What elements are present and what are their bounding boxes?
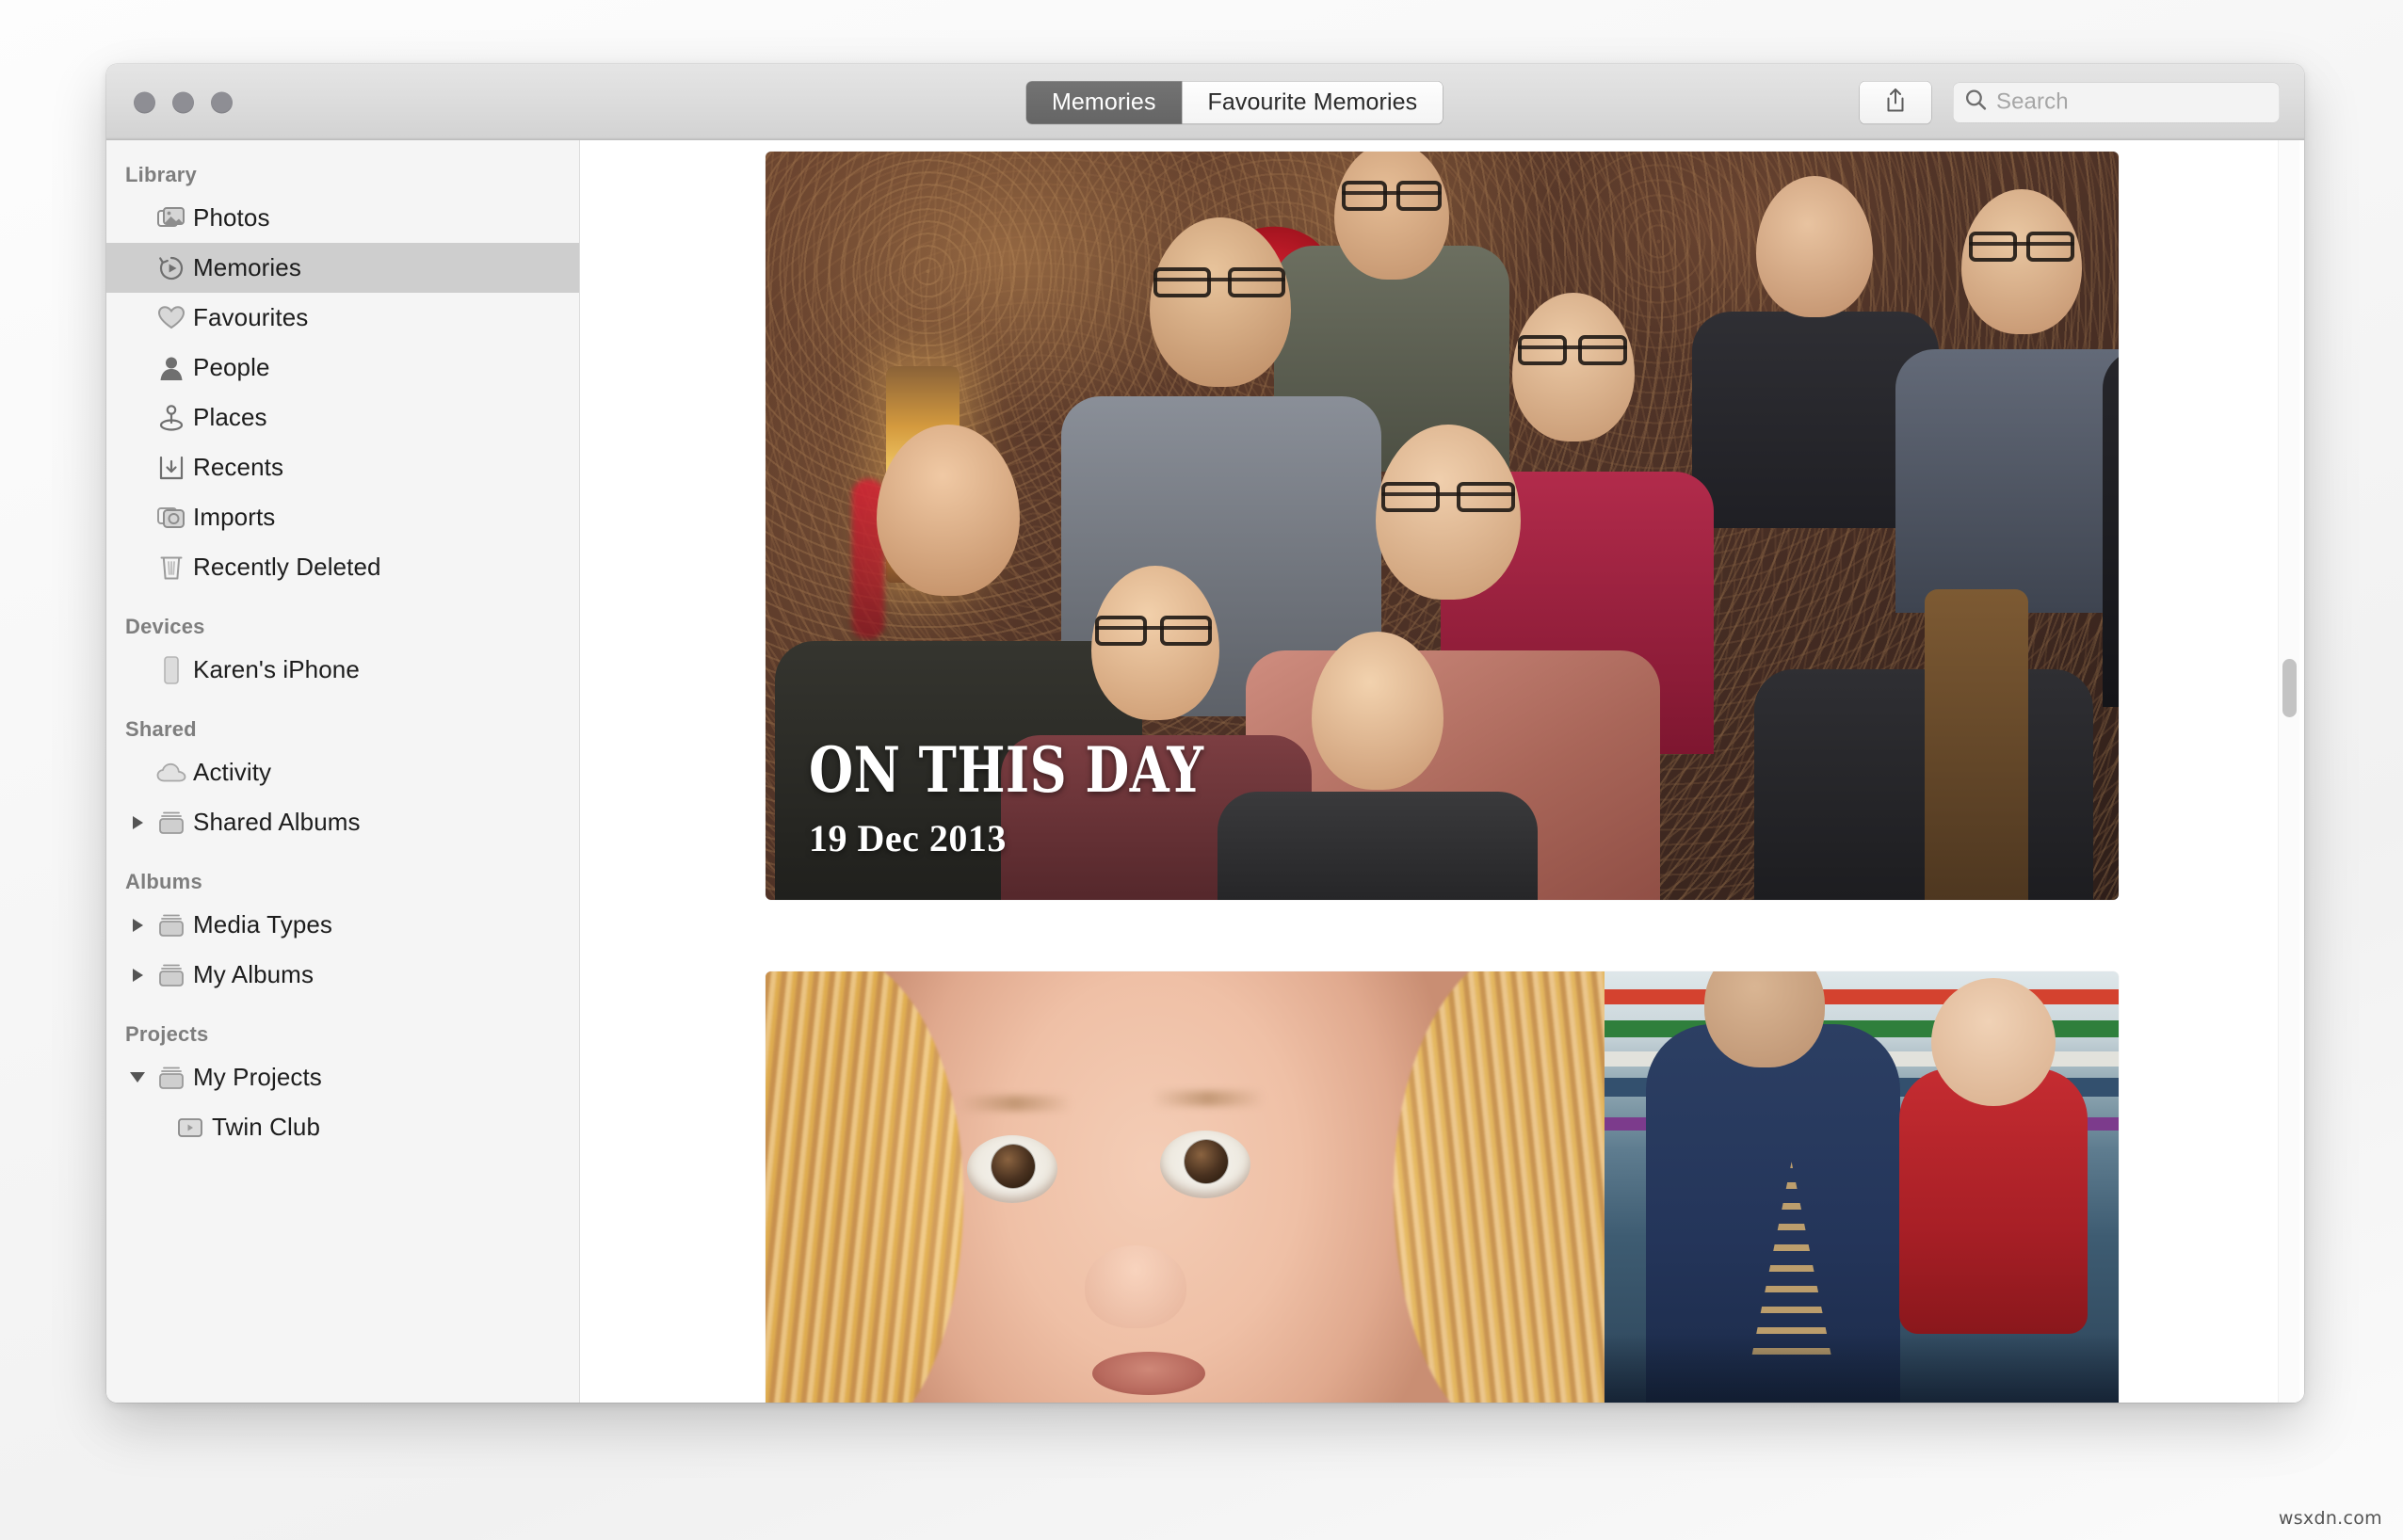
share-icon bbox=[1884, 87, 1907, 118]
sidebar-item-people[interactable]: People bbox=[106, 343, 579, 393]
sidebar-item-recently-deleted[interactable]: Recently Deleted bbox=[106, 542, 579, 592]
sidebar-item-recents[interactable]: Recents bbox=[106, 442, 579, 492]
sidebar-item-my-projects[interactable]: My Projects bbox=[106, 1052, 579, 1102]
heart-icon bbox=[150, 305, 193, 330]
sidebar-item-label: Places bbox=[193, 403, 267, 431]
memories-content-area[interactable]: ON THIS DAY 19 Dec 2013 bbox=[580, 140, 2304, 1403]
cloud-icon bbox=[150, 762, 193, 783]
camera-icon bbox=[150, 505, 193, 530]
sidebar-item-label: Media Types bbox=[193, 910, 333, 938]
zoom-window-button[interactable] bbox=[211, 91, 233, 113]
sidebar-header-devices: Devices bbox=[125, 615, 205, 638]
trash-icon bbox=[150, 553, 193, 581]
sidebar-item-memories[interactable]: Memories bbox=[106, 243, 579, 293]
memory-overlay-text: ON THIS DAY 19 Dec 2013 bbox=[809, 739, 1291, 860]
memory-date: 19 Dec 2013 bbox=[809, 817, 1007, 859]
photo-region-toddler-face bbox=[766, 971, 1605, 1403]
memories-segmented-control: Memories Favourite Memories bbox=[1026, 81, 1443, 123]
search-icon bbox=[1964, 88, 1988, 117]
traffic-light-buttons bbox=[134, 91, 233, 113]
memory-card-nursery[interactable] bbox=[766, 971, 2119, 1403]
sidebar-item-shared-albums[interactable]: Shared Albums bbox=[106, 797, 579, 847]
sidebar-item-label: Favourites bbox=[193, 303, 309, 331]
sidebar-item-label: My Albums bbox=[193, 960, 314, 988]
window-body: Library Photos Memories Favourites Peopl… bbox=[106, 140, 2304, 1403]
photo-region-nursery-scene bbox=[1604, 971, 2119, 1403]
sidebar-item-label: My Projects bbox=[193, 1063, 322, 1091]
share-button[interactable] bbox=[1860, 81, 1931, 123]
sidebar-section-projects: Projects My Projects Twin Club bbox=[106, 1017, 579, 1152]
memories-scroll-container: ON THIS DAY 19 Dec 2013 bbox=[580, 152, 2304, 1403]
search-field[interactable]: Search bbox=[1953, 82, 2280, 122]
download-tray-icon bbox=[150, 455, 193, 481]
slideshow-icon bbox=[169, 1116, 212, 1139]
sidebar-item-my-albums[interactable]: My Albums bbox=[106, 950, 579, 1000]
sidebar-item-twin-club[interactable]: Twin Club bbox=[106, 1102, 579, 1152]
sidebar-item-label: Twin Club bbox=[212, 1113, 321, 1141]
desktop-background: Memories Favourite Memories Search Libra… bbox=[0, 0, 2403, 1540]
memory-card-on-this-day[interactable]: ON THIS DAY 19 Dec 2013 bbox=[766, 152, 2119, 900]
scrollbar-thumb[interactable] bbox=[2282, 659, 2297, 717]
sidebar-section-library: Library Photos Memories Favourites Peopl… bbox=[106, 157, 579, 592]
close-window-button[interactable] bbox=[134, 91, 155, 113]
iphone-icon bbox=[150, 655, 193, 684]
sidebar: Library Photos Memories Favourites Peopl… bbox=[106, 140, 580, 1403]
chevron-right-icon[interactable] bbox=[125, 815, 150, 829]
sidebar-item-label: Shared Albums bbox=[193, 808, 361, 836]
chevron-down-icon[interactable] bbox=[125, 1072, 150, 1083]
sidebar-item-label: Activity bbox=[193, 758, 272, 786]
photos-app-window: Memories Favourite Memories Search Libra… bbox=[106, 64, 2304, 1403]
chevron-right-icon[interactable] bbox=[125, 918, 150, 932]
sidebar-item-karens-iphone[interactable]: Karen's iPhone bbox=[106, 645, 579, 695]
window-toolbar: Memories Favourite Memories Search bbox=[106, 64, 2304, 140]
sidebar-header-library: Library bbox=[125, 163, 197, 186]
sidebar-item-label: People bbox=[193, 353, 270, 381]
sidebar-section-albums: Albums Media Types My Albums bbox=[106, 864, 579, 1000]
sidebar-section-shared: Shared Activity Shared Albums bbox=[106, 712, 579, 847]
vertical-scrollbar[interactable] bbox=[2278, 140, 2299, 1403]
album-folder-icon bbox=[150, 810, 193, 836]
memories-icon bbox=[150, 254, 193, 282]
sidebar-item-photos[interactable]: Photos bbox=[106, 193, 579, 243]
sidebar-section-devices: Devices Karen's iPhone bbox=[106, 609, 579, 695]
sidebar-item-label: Memories bbox=[193, 253, 301, 281]
sidebar-item-media-types[interactable]: Media Types bbox=[106, 900, 579, 950]
person-icon bbox=[150, 355, 193, 381]
memory-title: ON THIS DAY bbox=[809, 733, 1204, 807]
chevron-right-icon[interactable] bbox=[125, 968, 150, 982]
sidebar-item-places[interactable]: Places bbox=[106, 393, 579, 442]
sidebar-header-projects: Projects bbox=[125, 1022, 209, 1046]
tab-memories[interactable]: Memories bbox=[1026, 81, 1182, 123]
sidebar-item-label: Recents bbox=[193, 453, 284, 481]
tab-favourite-memories[interactable]: Favourite Memories bbox=[1181, 81, 1443, 123]
album-folder-icon bbox=[150, 1065, 193, 1091]
memory-photo-toddler-nursery bbox=[766, 971, 2119, 1403]
photos-icon bbox=[150, 206, 193, 231]
search-input[interactable]: Search bbox=[1996, 89, 2069, 116]
sidebar-header-shared: Shared bbox=[125, 717, 197, 741]
toolbar-right-group: Search bbox=[1860, 81, 2280, 123]
album-folder-icon bbox=[150, 962, 193, 988]
album-folder-icon bbox=[150, 912, 193, 938]
watermark: wsxdn.com bbox=[2278, 1508, 2382, 1529]
map-pin-icon bbox=[150, 404, 193, 432]
sidebar-item-label: Photos bbox=[193, 203, 270, 232]
sidebar-header-albums: Albums bbox=[125, 870, 202, 893]
sidebar-item-activity[interactable]: Activity bbox=[106, 747, 579, 797]
minimise-window-button[interactable] bbox=[172, 91, 194, 113]
sidebar-item-imports[interactable]: Imports bbox=[106, 492, 579, 542]
sidebar-item-favourites[interactable]: Favourites bbox=[106, 293, 579, 343]
sidebar-item-label: Karen's iPhone bbox=[193, 655, 360, 683]
sidebar-item-label: Recently Deleted bbox=[193, 553, 381, 581]
sidebar-item-label: Imports bbox=[193, 503, 276, 531]
